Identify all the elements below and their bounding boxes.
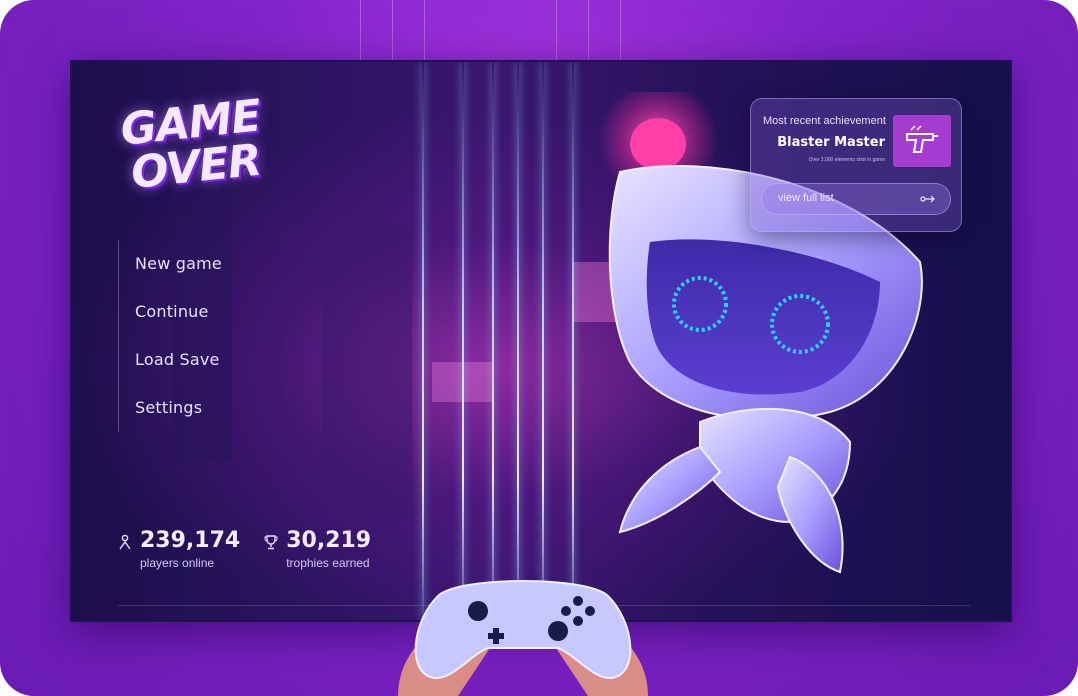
background-beam (424, 0, 425, 60)
achievement-heading: Most recent achievement (763, 115, 886, 127)
light-streak (492, 62, 494, 620)
background-beam (620, 0, 621, 60)
game-controller (414, 580, 632, 679)
background-building (322, 222, 412, 522)
background-beam (556, 0, 557, 60)
players-label: players online (140, 556, 215, 570)
background-beam (588, 0, 589, 60)
view-full-list-button[interactable]: view full list (761, 183, 951, 215)
controller-hands (398, 580, 648, 696)
stat-trophies-text: 30,219 trophies earned (286, 528, 371, 570)
background-beam (360, 0, 361, 60)
light-streak (517, 62, 519, 620)
logo-line-2: OVER (128, 134, 264, 199)
stat-trophies: 30,219 trophies earned (264, 528, 371, 570)
face-button (573, 596, 583, 606)
robot-arm-left (618, 445, 722, 534)
achievement-card: Most recent achievement Blaster Master O… (750, 98, 962, 232)
app-frame: GAME OVER New game Continue Load Save Se… (0, 0, 1078, 696)
background-beam (392, 0, 393, 60)
menu-item-load-save[interactable]: Load Save (119, 336, 222, 384)
menu-item-continue[interactable]: Continue (119, 288, 222, 336)
game-screen: GAME OVER New game Continue Load Save Se… (70, 60, 1012, 622)
face-button (573, 616, 583, 626)
light-streak (542, 62, 544, 620)
face-button (561, 606, 571, 616)
view-full-list-label: view full list (778, 192, 834, 204)
achievement-badge (893, 115, 951, 167)
antenna-light (630, 118, 686, 170)
achievement-title: Blaster Master (777, 135, 885, 150)
trophies-label: trophies earned (286, 556, 370, 570)
stat-players-text: 239,174 players online (140, 528, 240, 570)
player-icon (119, 534, 131, 550)
left-stick (468, 601, 488, 621)
stats-bar: 239,174 players online 30,219 trophies e… (118, 528, 371, 570)
light-streak (422, 62, 424, 620)
game-logo: GAME OVER (118, 90, 264, 219)
main-menu: New game Continue Load Save Settings (118, 240, 222, 432)
arrow-right-icon (920, 195, 935, 203)
blaster-icon (906, 125, 938, 153)
trophies-value: 30,219 (286, 528, 372, 553)
achievement-subtitle: Over 3,000 elements shot in game (808, 157, 885, 163)
face-button (585, 606, 595, 616)
menu-item-settings[interactable]: Settings (119, 384, 222, 432)
menu-item-new-game[interactable]: New game (119, 240, 222, 288)
trophy-icon (264, 535, 278, 550)
stat-players: 239,174 players online (118, 528, 240, 570)
right-stick (548, 621, 568, 641)
light-streak (462, 62, 464, 620)
players-value: 239,174 (140, 528, 241, 553)
